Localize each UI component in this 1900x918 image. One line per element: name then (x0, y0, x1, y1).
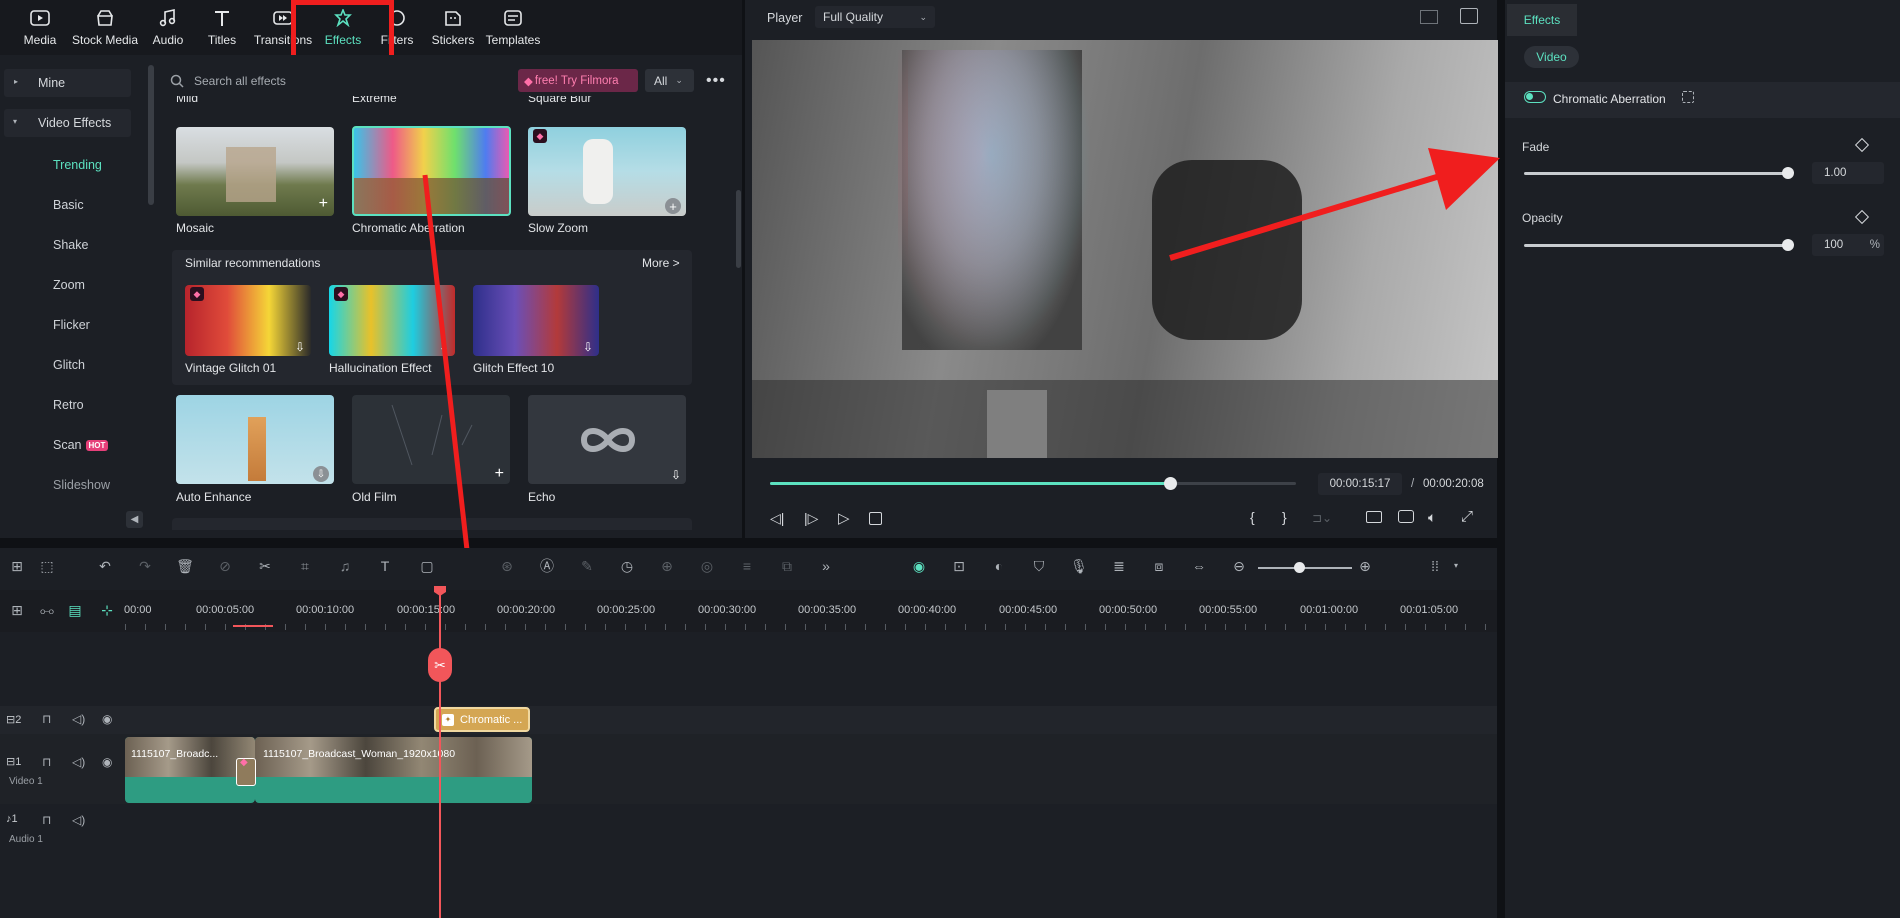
delete-icon[interactable]: 🗑︎ (176, 557, 194, 575)
shield-icon[interactable]: ⛉ (1030, 557, 1048, 575)
display-icon[interactable] (1366, 511, 1382, 523)
snap-icon[interactable]: ▤ (66, 601, 84, 619)
fade-label: Fade (1522, 140, 1550, 154)
detach-icon[interactable]: ⊘ (216, 557, 234, 575)
edit-icon[interactable]: ✎ (578, 557, 596, 575)
empty-track-area (0, 632, 1497, 706)
mark-out-icon[interactable]: } (1282, 509, 1287, 525)
layout-icon[interactable]: ⊞ (8, 557, 26, 575)
audio-mix-icon[interactable]: ≣ (1110, 557, 1128, 575)
split-icon[interactable]: ✂ (256, 557, 274, 575)
subtab-video[interactable]: Video (1524, 46, 1579, 68)
next-frame-icon[interactable]: |▷ (804, 510, 818, 527)
snapshot-marker-icon[interactable]: ⊐⌄ (1312, 511, 1332, 525)
transition-marker[interactable]: ◆ (236, 757, 256, 786)
zoom-in-icon[interactable]: ⊕ (1356, 557, 1374, 575)
link-icon[interactable]: ⧟ (38, 601, 56, 619)
ai-icon[interactable]: Ⓐ (538, 557, 556, 575)
eye-icon[interactable]: ◉ (102, 712, 112, 726)
render-icon[interactable]: ◉ (910, 557, 928, 575)
track-2-header: ⊟2 (6, 714, 22, 726)
video-clip-2[interactable]: 1115107_Broadcast_Woman_1920x1080 (255, 737, 532, 803)
audio-track-header: ♪1 (6, 813, 18, 825)
volume-icon[interactable]: ◁) (72, 712, 85, 726)
volume-icon[interactable]: ◁) (72, 755, 85, 769)
fade-slider-knob[interactable] (1782, 167, 1794, 179)
undo-icon[interactable]: ↶ (96, 557, 114, 575)
lock-icon[interactable]: ⊓ (42, 712, 51, 726)
volume-icon[interactable]: 🔈︎ (1428, 509, 1436, 526)
properties-panel (1505, 0, 1900, 918)
lock-icon[interactable]: ⊓ (42, 813, 51, 827)
redo-icon[interactable]: ↷ (136, 557, 154, 575)
audio-track-row (0, 804, 1497, 840)
magnet-icon[interactable]: ⊹ (98, 601, 116, 619)
split-scissors-icon[interactable]: ✂ (428, 648, 452, 682)
opacity-label: Opacity (1522, 211, 1563, 225)
zoom-out-icon[interactable]: ⊖ (1230, 557, 1248, 575)
effect-toggle[interactable] (1524, 91, 1546, 103)
mask-icon[interactable]: ◎ (698, 557, 716, 575)
crop-icon[interactable]: ⌗ (296, 557, 314, 575)
mark-icon[interactable]: ⊡ (950, 557, 968, 575)
audio-adjust-icon[interactable]: ♫ (336, 557, 354, 575)
record-icon[interactable]: ⧉ (778, 557, 796, 575)
chevron-down-icon[interactable]: ▾ (1454, 561, 1458, 570)
opacity-value-input[interactable]: 100 % (1812, 234, 1884, 256)
zoom-slider-knob[interactable] (1294, 562, 1305, 573)
playhead-line[interactable] (439, 588, 441, 918)
text-tool-icon[interactable]: T (376, 557, 394, 575)
shape-tool-icon[interactable]: ▢ (418, 557, 436, 575)
fade-slider[interactable] (1524, 172, 1790, 175)
zoom-in-out-icon[interactable]: ⊕ (658, 557, 676, 575)
select-tool-icon[interactable]: ⬚ (38, 557, 56, 575)
adjust-icon[interactable]: ≡ (738, 557, 756, 575)
track-2-row (0, 706, 1497, 734)
effect-clip-icon: ✦ (442, 713, 454, 726)
total-time: 00:00:20:08 (1423, 478, 1484, 490)
current-time[interactable]: 00:00:15:17 (1318, 473, 1402, 495)
mark-in-icon[interactable]: { (1250, 509, 1255, 525)
zoom-slider[interactable] (1258, 567, 1352, 569)
track-1-header: ⊟1 (6, 756, 22, 768)
play-icon[interactable]: ▷ (838, 509, 850, 527)
video-track-icon: ⊟ (6, 714, 16, 726)
fullscreen-icon[interactable]: ⤢ (1461, 508, 1473, 525)
prev-frame-icon[interactable]: ◁| (770, 510, 784, 527)
add-track-icon[interactable]: ⊞ (8, 601, 26, 619)
tab-effects[interactable]: Effects (1507, 4, 1577, 36)
microphone-icon[interactable]: 🎙︎ (1070, 557, 1088, 575)
effect-name: Chromatic Aberration (1553, 92, 1666, 106)
playback-progress-track[interactable] (770, 477, 1296, 490)
playback-progress-knob[interactable] (1163, 477, 1177, 490)
ruler-ticks (125, 624, 1497, 630)
volume-icon[interactable]: ◁) (72, 813, 85, 827)
settings-grid-icon[interactable]: ⁞⁞ (1426, 557, 1444, 575)
opacity-slider-knob[interactable] (1782, 239, 1794, 251)
pip-icon[interactable]: ⧈ (1150, 557, 1168, 575)
effect-mask-icon[interactable] (1682, 91, 1694, 103)
opacity-slider[interactable] (1524, 244, 1790, 247)
stop-icon[interactable] (869, 512, 882, 525)
toggle-knob (1526, 93, 1533, 100)
ruler-marker (233, 625, 273, 627)
camera-icon[interactable] (1398, 510, 1414, 523)
fit-icon[interactable]: ⇔ (1190, 557, 1208, 575)
video-track-icon: ⊟ (6, 756, 16, 768)
fade-value-input[interactable]: 1.00 (1812, 162, 1884, 184)
speed-icon[interactable]: ◷ (618, 557, 636, 575)
effect-clip-chromatic[interactable]: ✦ Chromatic ... (434, 707, 530, 732)
eye-icon[interactable]: ◉ (102, 755, 112, 769)
playback-progress-fill (770, 482, 1170, 485)
color-icon[interactable]: ⊛ (498, 557, 516, 575)
premium-gem-icon: ◆ (240, 757, 248, 768)
ripple-icon[interactable]: ◐ (990, 557, 1008, 575)
lock-icon[interactable]: ⊓ (42, 755, 51, 769)
more-tools-icon[interactable]: » (817, 557, 835, 575)
